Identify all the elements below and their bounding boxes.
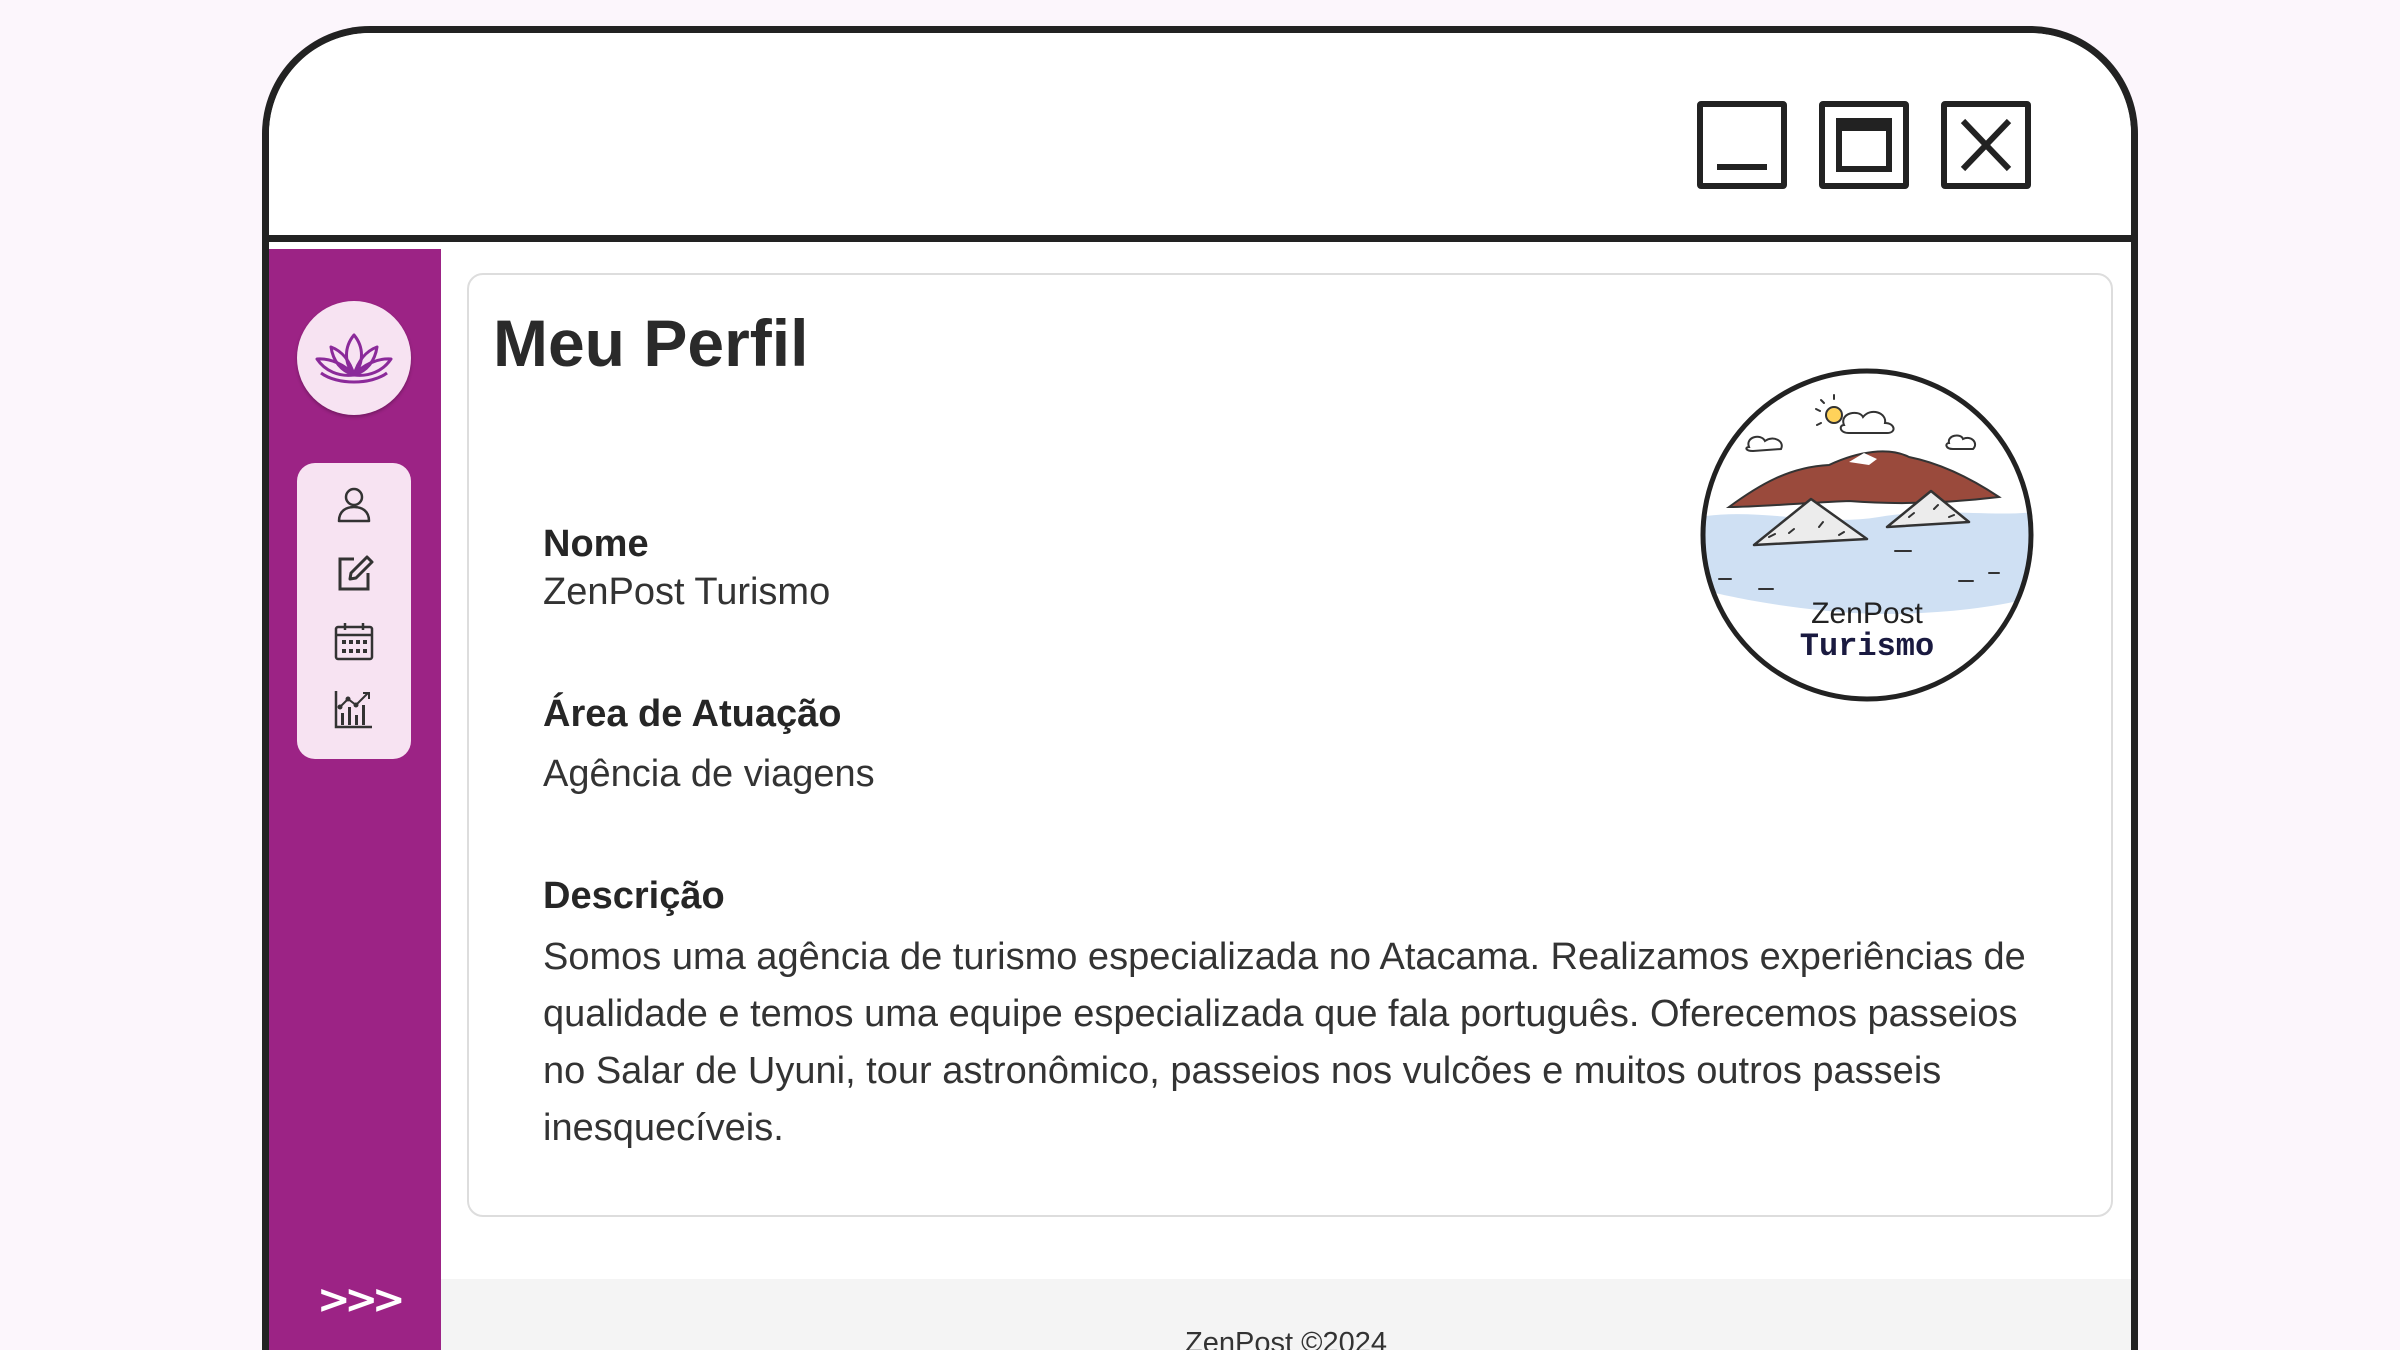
description-value: Somos uma agência de turismo especializa… — [543, 936, 2026, 1149]
lotus-icon — [315, 333, 393, 384]
nav-item-edit[interactable] — [332, 551, 376, 595]
close-icon — [1960, 118, 2012, 172]
analytics-icon — [334, 691, 372, 729]
user-icon — [337, 487, 371, 523]
edit-icon — [338, 555, 374, 591]
name-label: Nome — [543, 523, 649, 565]
sidebar: >>> — [269, 249, 441, 1350]
description-label: Descrição — [543, 875, 725, 917]
main-content: Meu Perfil Nome ZenPost Turismo Área de … — [441, 249, 2131, 1350]
nav-item-analytics[interactable] — [332, 687, 376, 731]
close-button[interactable] — [1941, 101, 2031, 189]
name-value: ZenPost Turismo — [543, 571, 831, 613]
title-bar — [269, 33, 2131, 242]
app-logo[interactable] — [297, 301, 411, 415]
footer: ZenPost ©2024 — [441, 1279, 2131, 1350]
nav-panel — [297, 463, 411, 759]
company-logo-icon: ZenPost Turismo — [1700, 368, 2034, 702]
page-title: Meu Perfil — [493, 306, 809, 380]
calendar-icon — [334, 623, 374, 661]
nav-item-calendar[interactable] — [332, 619, 376, 663]
minimize-button[interactable] — [1697, 101, 1787, 189]
maximize-icon — [1836, 118, 1892, 172]
minimize-icon — [1717, 164, 1767, 170]
footer-copyright: ZenPost ©2024 — [1185, 1327, 1387, 1350]
area-label: Área de Atuação — [543, 693, 842, 735]
logo-text-line2: Turismo — [1800, 628, 1934, 665]
logo-text-line1: ZenPost — [1811, 597, 1923, 630]
area-value: Agência de viagens — [543, 753, 875, 795]
profile-image: ZenPost Turismo — [1699, 367, 2035, 703]
nav-item-profile[interactable] — [332, 483, 376, 527]
expand-sidebar-button[interactable]: >>> — [317, 1277, 406, 1327]
app-window: >>> Meu Perfil Nome ZenPost Turismo Área… — [262, 26, 2138, 1350]
profile-card: Meu Perfil Nome ZenPost Turismo Área de … — [467, 273, 2113, 1217]
maximize-button[interactable] — [1819, 101, 1909, 189]
